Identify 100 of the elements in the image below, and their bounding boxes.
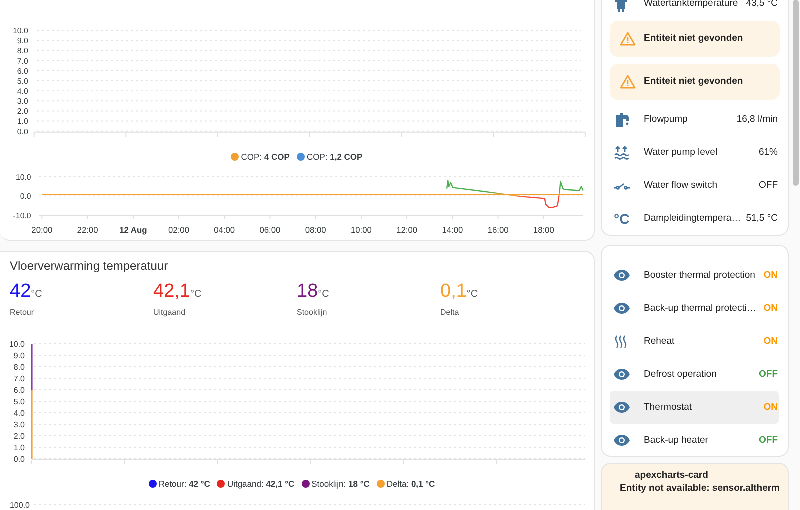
stat-label: Uitgaand <box>154 308 187 317</box>
switch-icon <box>614 182 630 190</box>
entity-row[interactable]: Thermostat ON <box>610 391 779 424</box>
axis-label: 02:00 <box>168 225 190 236</box>
axis-label: 18:00 <box>533 225 554 236</box>
axis-label: 3.0 <box>17 97 28 106</box>
error-title: apexcharts-card <box>635 470 710 481</box>
warning-text: Entiteit niet gevonden <box>644 76 744 88</box>
axis-label: 2.0 <box>14 432 25 441</box>
entity-state: OFF <box>759 180 778 192</box>
stat-unit: °C <box>466 289 478 300</box>
stat-unit: °C <box>31 289 42 300</box>
axis-label: 9.0 <box>17 36 28 46</box>
eye-icon <box>614 303 630 314</box>
stat-value: 42,1 <box>154 281 190 302</box>
entity-name[interactable]: Flowpump <box>644 114 733 126</box>
stat-label: Stooklijn <box>297 308 328 317</box>
axis-label: 14:00 <box>442 225 464 236</box>
entity-name[interactable]: Back-up heater <box>644 435 755 446</box>
axis-label: 0.0 <box>14 455 25 464</box>
axis-label: 12 Aug <box>120 225 148 236</box>
axis-label: 16:00 <box>488 225 509 236</box>
axis-label: 08:00 <box>305 225 326 236</box>
eye-icon <box>614 435 630 446</box>
entity-row[interactable]: Reheat ON <box>610 325 779 358</box>
axis-label: 5.0 <box>17 76 28 86</box>
axis-label: 04:00 <box>214 225 236 236</box>
axis-label: 8.0 <box>14 363 25 372</box>
entity-state: ON <box>764 303 778 314</box>
axis-label: -10.0 <box>13 211 32 220</box>
axis-label: 10.0 <box>9 340 25 349</box>
axis-label: 100.0 <box>10 501 30 510</box>
stat-value: 0,1 <box>440 281 467 302</box>
warning-text: Entiteit niet gevonden <box>644 33 744 44</box>
entity-name[interactable]: Dampleidingtempera… <box>644 213 742 224</box>
entity-name[interactable]: Water pump level <box>644 147 755 158</box>
stat-label: Delta <box>440 308 460 317</box>
axis-label: 3.0 <box>14 420 25 430</box>
axis-label: 20:00 <box>32 225 53 236</box>
axis-label: 2.0 <box>17 107 28 116</box>
axis-label: 4.0 <box>14 409 25 418</box>
axis-label: 0.0 <box>17 127 28 136</box>
celsius-icon: °C <box>614 210 630 227</box>
legend-label[interactable]: Delta: 0,1 °C <box>386 479 436 489</box>
legend-label[interactable]: Uitgaand: 42,1 °C <box>227 479 295 489</box>
card-title: Vloerverwarming temperatuur <box>9 258 170 275</box>
warning-icon <box>620 32 636 46</box>
legend-label[interactable]: COP: 4 COP <box>241 152 290 162</box>
water-level-icon <box>614 146 630 160</box>
entity-state: 51,5 °C <box>746 213 778 224</box>
entity-state: 61% <box>758 147 778 158</box>
axis-label: 4.0 <box>17 87 28 96</box>
eye-icon <box>614 402 630 413</box>
heat-waves-icon <box>614 334 628 348</box>
axis-label: 22:00 <box>77 225 98 236</box>
axis-label: 10.0 <box>16 172 32 182</box>
entity-state: ON <box>764 402 778 413</box>
entity-state: 43,5 °C <box>746 0 778 10</box>
warning-icon <box>620 74 636 89</box>
entity-state: 16,8 l/min <box>736 114 778 126</box>
entity-name[interactable]: Reheat <box>644 336 760 347</box>
entity-state: ON <box>764 336 778 347</box>
stat-value: 18 <box>297 281 318 302</box>
water-heater-icon <box>614 0 628 12</box>
entity-name[interactable]: Water flow switch <box>644 180 755 192</box>
axis-label: 10:00 <box>350 225 372 236</box>
legend-label[interactable]: Stooklijn: 18 °C <box>312 479 370 489</box>
entity-name[interactable]: Thermostat <box>644 402 760 413</box>
stat-value: 42 <box>10 281 32 302</box>
eye-icon <box>614 369 630 380</box>
entity-state: ON <box>764 270 778 281</box>
axis-label: 0.0 <box>20 192 32 201</box>
entity-row[interactable]: Defrost operation OFF <box>610 358 779 391</box>
error-message: Entity not available: sensor.altherm <box>620 483 780 494</box>
entity-name[interactable]: Back-up thermal protecti… <box>644 303 760 314</box>
entity-row[interactable]: Back-up heater OFF <box>610 424 779 457</box>
faucet-icon <box>614 112 630 128</box>
axis-label: 1.0 <box>14 444 25 452</box>
stat-unit: °C <box>318 289 330 300</box>
legend-label[interactable]: COP: 1,2 COP <box>306 152 363 162</box>
axis-label: 6.0 <box>17 66 28 76</box>
axis-label: 8.0 <box>17 46 28 56</box>
scrollbar-thumb[interactable] <box>793 0 799 186</box>
entity-state: OFF <box>759 369 778 380</box>
eye-icon <box>614 270 630 281</box>
axis-label: 9.0 <box>14 352 25 360</box>
axis-label: 1.0 <box>17 117 28 126</box>
entity-row[interactable]: Back-up thermal protecti… ON <box>610 292 779 325</box>
axis-label: 7.0 <box>17 56 28 66</box>
axis-label: 10.0 <box>13 26 28 36</box>
entity-name[interactable]: Defrost operation <box>644 369 755 380</box>
stat-unit: °C <box>190 289 202 300</box>
axis-label: 6.0 <box>14 386 25 395</box>
entity-name[interactable]: Booster thermal protection <box>644 270 760 281</box>
legend-label[interactable]: Retour: 42 °C <box>158 479 210 489</box>
axis-label: 06:00 <box>260 225 281 236</box>
stat-label: Retour <box>10 308 36 317</box>
entity-row[interactable]: Booster thermal protection ON <box>610 259 779 292</box>
axis-label: 12:00 <box>396 225 418 236</box>
entity-state: OFF <box>759 435 778 446</box>
